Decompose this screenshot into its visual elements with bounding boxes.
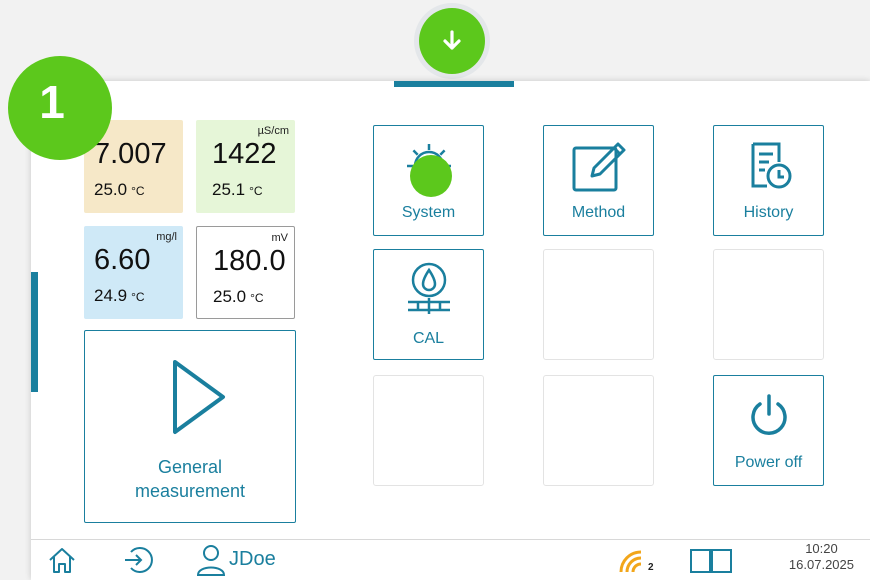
step-badge: 1 xyxy=(8,56,112,160)
logout-icon[interactable] xyxy=(121,544,155,576)
general-measurement-label-1: General xyxy=(157,457,223,477)
panel-handle[interactable] xyxy=(394,81,514,87)
arrow-down-icon xyxy=(419,8,485,74)
reading-value: 180.0 xyxy=(213,245,286,277)
empty-slot xyxy=(713,249,824,360)
history-button[interactable]: History xyxy=(713,125,824,236)
reading-tile-conductivity[interactable]: µS/cm 1422 25.1 °C xyxy=(196,120,295,213)
power-off-label: Power off xyxy=(734,454,803,471)
manual-book-icon[interactable] xyxy=(689,547,733,575)
reading-temperature: 25.0 °C xyxy=(213,287,264,306)
reading-tile-oxygen[interactable]: mg/l 6.60 24.9 °C xyxy=(84,226,183,319)
play-icon xyxy=(173,360,225,434)
wifi-count: 2 xyxy=(648,562,654,573)
reading-temperature: 25.0 °C xyxy=(94,180,145,199)
empty-slot xyxy=(373,375,484,486)
pull-down-button[interactable] xyxy=(414,3,490,79)
clock: 10:20 16.07.2025 xyxy=(789,541,854,573)
user-name[interactable]: JDoe xyxy=(229,548,276,571)
user-icon[interactable] xyxy=(195,543,227,577)
reading-unit: µS/cm xyxy=(257,125,289,137)
power-off-button[interactable]: Power off xyxy=(713,375,824,486)
history-label: History xyxy=(743,204,794,221)
date: 16.07.2025 xyxy=(788,557,854,572)
edit-icon xyxy=(572,142,626,192)
method-label: Method xyxy=(571,204,626,221)
touch-indicator xyxy=(410,155,452,197)
cal-label: CAL xyxy=(412,330,445,347)
time: 10:20 xyxy=(805,541,838,556)
reading-tile-mv[interactable]: mV 180.0 25.0 °C xyxy=(196,226,295,319)
cal-button[interactable]: CAL xyxy=(373,249,484,360)
reading-temperature: 25.1 °C xyxy=(212,180,263,199)
empty-slot xyxy=(543,375,654,486)
reading-value: 6.60 xyxy=(94,244,151,276)
side-handle[interactable] xyxy=(31,272,38,392)
reading-temperature: 24.9 °C xyxy=(94,286,145,305)
home-icon[interactable] xyxy=(47,546,77,574)
reading-unit: mV xyxy=(271,232,289,244)
system-label: System xyxy=(401,204,456,221)
history-icon xyxy=(751,142,792,189)
power-icon xyxy=(751,394,787,435)
reading-value: 7.007 xyxy=(94,138,167,170)
general-measurement-label-2: measurement xyxy=(134,481,246,501)
method-button[interactable]: Method xyxy=(543,125,654,236)
general-measurement-button[interactable]: General measurement xyxy=(84,330,296,523)
calibration-icon xyxy=(408,262,450,314)
status-bar: JDoe 2 10:20 16.07.2025 xyxy=(31,539,870,580)
reading-unit: mg/l xyxy=(156,231,177,243)
empty-slot xyxy=(543,249,654,360)
reading-value: 1422 xyxy=(212,138,277,170)
wifi-icon[interactable] xyxy=(617,548,645,574)
